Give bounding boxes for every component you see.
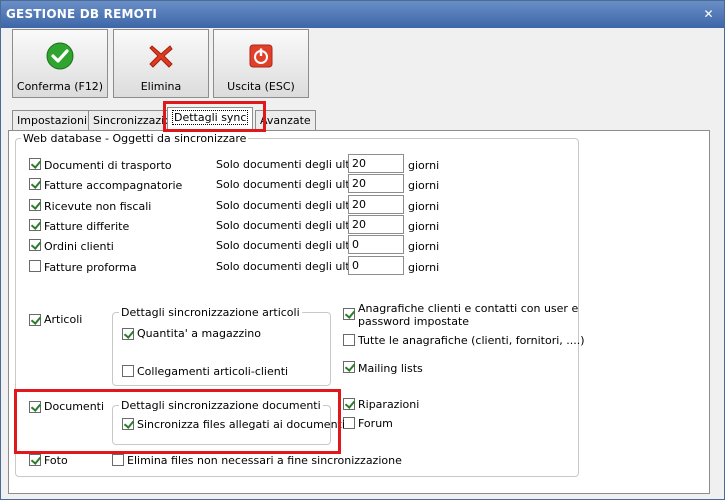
doc-row-label: Fatture differite (44, 220, 130, 233)
doc-row-days-input[interactable]: 20 (348, 215, 404, 234)
confirm-label: Conferma (F12) (16, 80, 104, 93)
anagrafiche-label-1: Anagrafiche clienti e contatti con user … (358, 302, 579, 315)
title-bar: GESTIONE DB REMOTI ✕ (1, 1, 724, 28)
foto-checkbox[interactable] (29, 454, 41, 466)
mailing-label: Mailing lists (358, 362, 423, 375)
doc-row-prefix: Solo documenti degli ultimi (216, 239, 367, 252)
close-icon[interactable]: ✕ (699, 5, 718, 23)
doc-row-days-input[interactable]: 0 (348, 256, 404, 275)
doc-row-prefix: Solo documenti degli ultimi (216, 260, 367, 273)
riparazioni-checkbox[interactable] (343, 398, 355, 410)
confirm-button[interactable]: Conferma (F12) (12, 29, 108, 98)
check-icon (46, 42, 74, 70)
doc-row-days-input[interactable]: 20 (348, 195, 404, 214)
client-area: Conferma (F12) Elimina Uscita (ESC) Impo… (1, 28, 724, 499)
tab-impostazioni[interactable]: Impostazioni (12, 110, 93, 130)
doc-row-suffix: giorni (408, 179, 440, 192)
section-title: Web database - Oggetti da sincronizzare (21, 132, 249, 145)
mailing-checkbox[interactable] (343, 361, 355, 373)
delete-button[interactable]: Elimina (113, 29, 209, 98)
foto-label: Foto (44, 454, 68, 467)
doc-row-checkbox[interactable] (29, 260, 41, 272)
quantita-checkbox[interactable] (122, 328, 134, 340)
articoli-group-title: Dettagli sincronizzazione articoli (119, 306, 302, 319)
highlight-documenti-box (14, 389, 341, 454)
riparazioni-label: Riparazioni (358, 398, 420, 411)
doc-row-checkbox[interactable] (29, 158, 41, 170)
elimina-files-checkbox[interactable] (112, 454, 124, 466)
doc-row-label: Fatture proforma (44, 261, 137, 274)
doc-row-suffix: giorni (408, 159, 440, 172)
window-title: GESTIONE DB REMOTI (6, 7, 158, 21)
main-window: GESTIONE DB REMOTI ✕ Conferma (F12) Elim… (0, 0, 725, 500)
exit-label: Uscita (ESC) (227, 80, 295, 93)
doc-row-checkbox[interactable] (29, 219, 41, 231)
collegamenti-checkbox[interactable] (122, 365, 134, 377)
doc-row-days-input[interactable]: 20 (348, 174, 404, 193)
articoli-label: Articoli (44, 313, 83, 326)
anagrafiche-label-2: password impostate (358, 315, 470, 328)
doc-row-label: Fatture accompagnatorie (44, 179, 183, 192)
doc-row-prefix: Solo documenti degli ultimi (216, 158, 367, 171)
doc-row-checkbox[interactable] (29, 199, 41, 211)
doc-row-checkbox[interactable] (29, 178, 41, 190)
doc-row-prefix: Solo documenti degli ultimi (216, 219, 367, 232)
tutte-anagrafiche-label: Tutte le anagrafiche (clienti, fornitori… (358, 334, 585, 347)
doc-row-prefix: Solo documenti degli ultimi (216, 199, 367, 212)
doc-row-checkbox[interactable] (29, 239, 41, 251)
anagrafiche-checkbox[interactable] (343, 308, 355, 320)
doc-row-label: Documenti di trasporto (44, 159, 172, 172)
power-icon (249, 44, 273, 68)
highlight-tab-box (163, 101, 266, 132)
doc-row-label: Ordini clienti (44, 240, 114, 253)
doc-row-suffix: giorni (408, 261, 440, 274)
doc-row-label: Ricevute non fiscali (44, 200, 152, 213)
delete-label: Elimina (140, 80, 182, 93)
doc-row-suffix: giorni (408, 240, 440, 253)
collegamenti-label: Collegamenti articoli-clienti (137, 365, 289, 378)
forum-label: Forum (358, 417, 393, 430)
doc-row-prefix: Solo documenti degli ultimi (216, 178, 367, 191)
doc-row-suffix: giorni (408, 200, 440, 213)
quantita-label: Quantita' a magazzino (137, 327, 262, 340)
tutte-anagrafiche-checkbox[interactable] (343, 334, 355, 346)
elimina-files-label: Elimina files non necessari a fine sincr… (127, 454, 402, 467)
articoli-checkbox[interactable] (29, 314, 41, 326)
doc-row-suffix: giorni (408, 220, 440, 233)
doc-row-days-input[interactable]: 0 (348, 235, 404, 254)
delete-x-icon (149, 45, 173, 68)
exit-button[interactable]: Uscita (ESC) (213, 29, 309, 98)
doc-row-days-input[interactable]: 20 (348, 154, 404, 173)
